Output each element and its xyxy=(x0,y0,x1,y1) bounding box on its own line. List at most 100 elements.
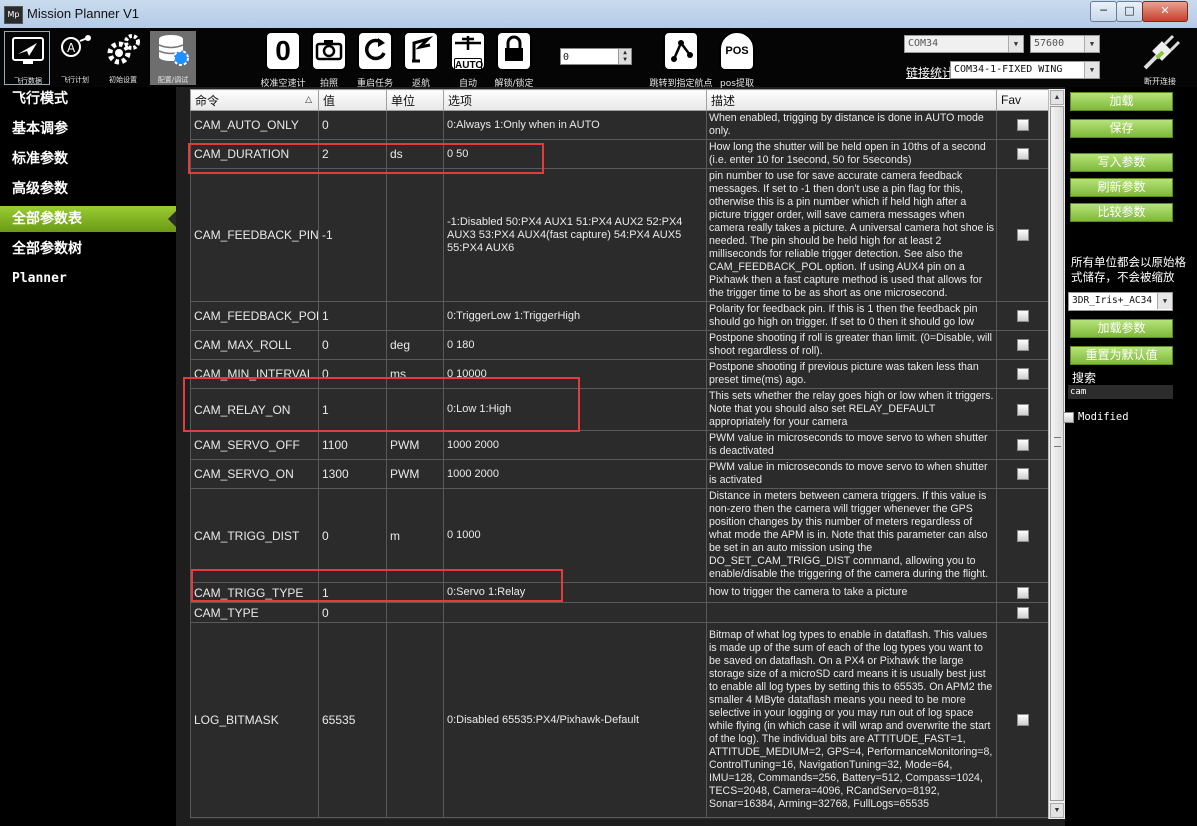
param-options: 0:Servo 1:Relay xyxy=(443,582,707,603)
link-stats-link[interactable]: 链接统计 xyxy=(906,64,954,81)
left-nav-full-param-list[interactable]: 全部参数表 xyxy=(0,206,176,232)
fav-checkbox[interactable] xyxy=(1016,119,1029,132)
reset-default-button[interactable]: 重置为默认值 xyxy=(1070,346,1173,365)
fav-checkbox[interactable] xyxy=(1016,403,1029,416)
table-row: CAM_TYPE 0 xyxy=(190,602,1049,623)
fav-checkbox[interactable] xyxy=(1016,310,1029,323)
goto-waypoint-button[interactable]: 跳转到指定航点 xyxy=(649,31,713,89)
load-button[interactable]: 加载 xyxy=(1070,92,1173,111)
fav-checkbox[interactable] xyxy=(1016,714,1029,727)
refresh-params-button[interactable]: 刷新参数 xyxy=(1070,178,1173,197)
preset-select[interactable]: 3DR_Iris+_AC34 ▼ xyxy=(1068,292,1173,311)
fav-checkbox[interactable] xyxy=(1016,148,1029,161)
scroll-up-arrow-icon[interactable]: ▲ xyxy=(1050,90,1064,105)
nav-tab-flight-plan[interactable]: A 飞行计划 xyxy=(52,31,98,85)
save-button[interactable]: 保存 xyxy=(1070,119,1173,138)
link-select[interactable]: COM34-1-FIXED WING ▼ xyxy=(950,61,1100,79)
fav-cell xyxy=(996,602,1049,623)
close-window-button[interactable]: ✕ xyxy=(1142,1,1188,22)
param-description: Postpone shooting if previous picture wa… xyxy=(706,359,997,389)
waypoint-number-spinner[interactable]: 0 ▲ ▼ xyxy=(560,48,632,65)
modified-checkbox[interactable] xyxy=(1063,411,1074,423)
pos-icon: POS xyxy=(719,31,755,71)
arm-disarm-button[interactable]: 解锁/锁定 xyxy=(491,31,537,89)
param-table: 命令 △ 值 单位 选项 描述 Fav CAM_AUTO_ONLY 0 0:Alw… xyxy=(190,89,1049,818)
param-value-cell[interactable]: 1100 xyxy=(318,430,387,460)
maximize-button[interactable]: □ xyxy=(1116,1,1143,22)
nav-tab-flight-data[interactable]: 飞行数据 xyxy=(4,31,50,85)
fav-checkbox[interactable] xyxy=(1016,606,1029,619)
left-nav-flight-modes[interactable]: 飞行模式 xyxy=(0,86,176,112)
param-value-cell[interactable]: 65535 xyxy=(318,622,387,818)
write-params-button[interactable]: 写入参数 xyxy=(1070,153,1173,172)
window-titlebar: Mp Mission Planner V1 ─ □ ✕ xyxy=(0,0,1197,29)
param-options: 0 1000 xyxy=(443,488,707,583)
param-value-cell[interactable]: 0 xyxy=(318,488,387,583)
left-nav-basic-tuning[interactable]: 基本调参 xyxy=(0,116,176,142)
return-to-launch-button[interactable]: 返航 xyxy=(398,31,444,89)
left-nav-advanced-params[interactable]: 高级参数 xyxy=(0,176,176,202)
fav-checkbox[interactable] xyxy=(1016,586,1029,599)
nav-tab-initial-setup[interactable]: 初始设置 xyxy=(100,31,146,85)
column-header-command[interactable]: 命令 △ xyxy=(190,89,319,111)
units-note: 所有单位都会以原始格式储存，不会被缩放 xyxy=(1071,255,1186,284)
param-value-cell[interactable]: 1300 xyxy=(318,459,387,489)
param-value-cell[interactable]: 1 xyxy=(318,301,387,331)
left-nav-full-param-tree[interactable]: 全部参数树 xyxy=(0,236,176,262)
column-header-fav[interactable]: Fav xyxy=(996,89,1049,111)
grid-vertical-scrollbar[interactable]: ▲ ▼ xyxy=(1048,89,1065,819)
fav-checkbox[interactable] xyxy=(1016,339,1029,352)
chevron-down-icon[interactable]: ▼ xyxy=(1008,36,1023,52)
left-nav-planner[interactable]: Planner xyxy=(0,266,176,292)
param-value-cell[interactable]: 0 xyxy=(318,602,387,623)
nav-tab-config-tuning[interactable]: 配置/调试 xyxy=(150,31,196,85)
camera-icon xyxy=(311,31,347,71)
scroll-thumb[interactable] xyxy=(1050,106,1064,801)
column-header-unit[interactable]: 单位 xyxy=(386,89,444,111)
column-header-description[interactable]: 描述 xyxy=(706,89,997,111)
chevron-down-icon[interactable]: ▼ xyxy=(1157,293,1172,309)
load-params-button[interactable]: 加载参数 xyxy=(1070,319,1173,338)
left-nav-standard-params[interactable]: 标准参数 xyxy=(0,146,176,172)
param-unit xyxy=(386,301,444,331)
fav-checkbox[interactable] xyxy=(1016,468,1029,481)
svg-text:A: A xyxy=(67,41,76,55)
column-header-options[interactable]: 选项 xyxy=(443,89,707,111)
spinner-arrows-icon[interactable]: ▲ ▼ xyxy=(618,49,631,64)
param-name: CAM_SERVO_OFF xyxy=(190,430,319,460)
param-name: CAM_TRIGG_DIST xyxy=(190,488,319,583)
return-home-icon xyxy=(403,31,439,71)
com-port-select[interactable]: COM34 ▼ xyxy=(904,35,1024,53)
param-unit xyxy=(386,622,444,818)
pos-extract-button[interactable]: POS pos提取 xyxy=(714,31,760,89)
fav-checkbox[interactable] xyxy=(1016,439,1029,452)
compare-params-button[interactable]: 比较参数 xyxy=(1070,203,1173,222)
fav-checkbox[interactable] xyxy=(1016,529,1029,542)
disconnect-button[interactable]: 断开连接 xyxy=(1135,34,1185,86)
nav-tab-label: 配置/调试 xyxy=(157,76,189,84)
param-value-cell[interactable]: 0 xyxy=(318,110,387,140)
minimize-button[interactable]: ─ xyxy=(1090,1,1117,22)
param-value-cell[interactable]: 1 xyxy=(318,582,387,603)
baud-rate-select[interactable]: 57600 ▼ xyxy=(1030,35,1100,53)
chevron-down-icon[interactable]: ▼ xyxy=(1084,36,1099,52)
search-input[interactable]: cam xyxy=(1068,385,1173,399)
modified-filter[interactable]: Modified xyxy=(1063,411,1129,423)
param-value-cell[interactable]: 0 xyxy=(318,359,387,389)
waypoint-number-value: 0 xyxy=(563,52,570,63)
fav-checkbox[interactable] xyxy=(1016,229,1029,242)
fav-checkbox[interactable] xyxy=(1016,368,1029,381)
table-row: CAM_RELAY_ON 1 0:Low 1:High This sets wh… xyxy=(190,388,1049,431)
auto-icon: AUTO xyxy=(450,31,486,74)
scroll-down-arrow-icon[interactable]: ▼ xyxy=(1050,803,1064,818)
chevron-down-icon[interactable]: ▼ xyxy=(1084,62,1099,78)
table-row: CAM_SERVO_ON 1300 PWM 1000 2000 PWM valu… xyxy=(190,459,1049,489)
param-value-cell[interactable]: 2 xyxy=(318,139,387,169)
column-header-value[interactable]: 值 xyxy=(318,89,387,111)
param-description xyxy=(706,602,997,623)
fav-cell xyxy=(996,582,1049,603)
param-value-cell[interactable]: 0 xyxy=(318,330,387,360)
param-value-cell[interactable]: 1 xyxy=(318,388,387,431)
param-description: Polarity for feedback pin. If this is 1 … xyxy=(706,301,997,331)
param-value-cell[interactable]: -1 xyxy=(318,168,387,302)
